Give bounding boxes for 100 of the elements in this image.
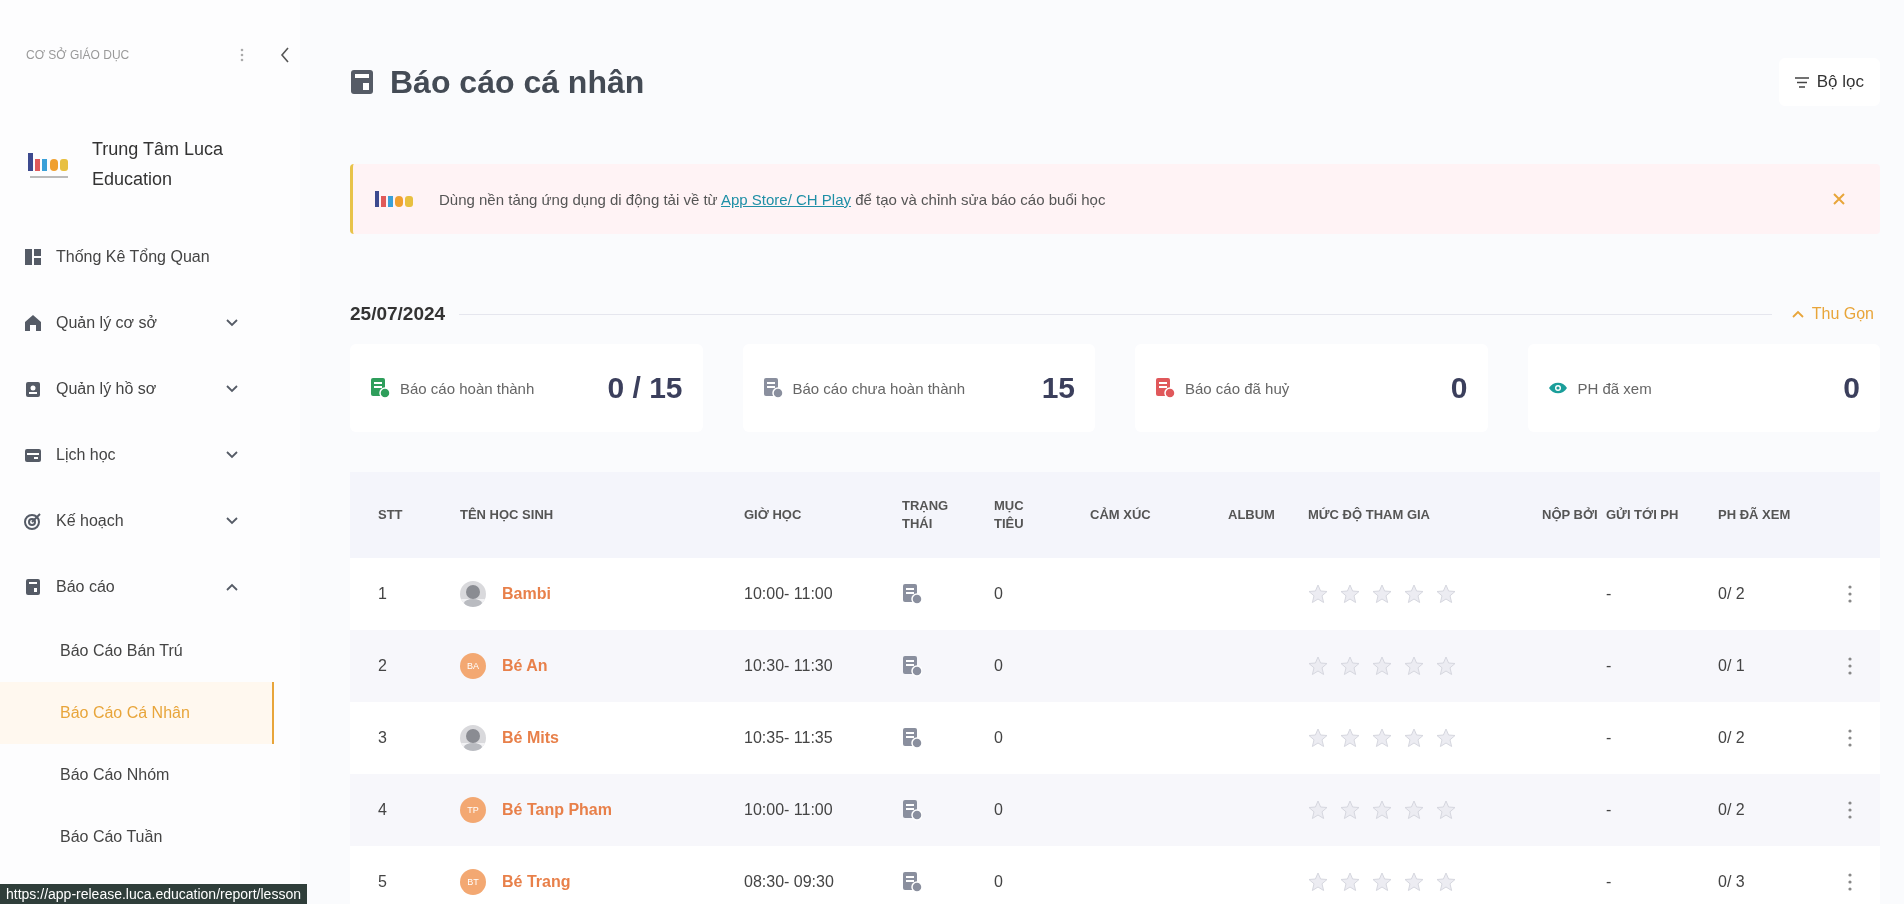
- avatar-initials: BT: [460, 869, 486, 895]
- menu-item[interactable]: Thống Kê Tổng Quan: [0, 224, 274, 290]
- more-icon[interactable]: [1848, 585, 1852, 603]
- logo-icon: [375, 190, 415, 208]
- chevron-icon: [226, 385, 238, 393]
- document-icon: [902, 727, 922, 749]
- star-icon[interactable]: [1308, 656, 1328, 676]
- table-cell-text: 1: [378, 585, 388, 603]
- report-icon: [350, 69, 374, 95]
- menu-item[interactable]: Quản lý cơ sở: [0, 290, 274, 356]
- star-icon[interactable]: [1436, 872, 1456, 892]
- organization-name: Trung Tâm Luca Education: [92, 138, 225, 191]
- eye-icon: [1547, 381, 1568, 395]
- table-cell-text: 08:30- 09:30: [744, 873, 835, 891]
- more-icon[interactable]: [1848, 873, 1852, 891]
- star-icon[interactable]: [1340, 656, 1360, 676]
- document-icon: [370, 377, 390, 399]
- chevron-icon: [226, 517, 238, 525]
- menu-item[interactable]: Lịch học: [0, 422, 274, 488]
- date-label: 25/07/2024: [350, 303, 446, 325]
- star-icon[interactable]: [1340, 872, 1360, 892]
- target-icon: [24, 512, 42, 530]
- dashboard-icon: [24, 248, 42, 266]
- avatar-initials: TP: [460, 797, 486, 823]
- star-icon[interactable]: [1372, 656, 1392, 676]
- table-cell-text: 2: [378, 657, 388, 675]
- stat-value: 0: [1843, 371, 1860, 405]
- document-icon: [902, 655, 922, 677]
- stat-label: Báo cáo đã huỷ: [1185, 379, 1291, 397]
- menu-item[interactable]: Kế hoạch: [0, 488, 274, 554]
- section-title: CƠ SỞ GIÁO DỤC: [26, 48, 131, 62]
- star-icon[interactable]: [1340, 728, 1360, 748]
- column-header: PH ĐÃ XEM: [1718, 506, 1792, 524]
- star-icon[interactable]: [1340, 584, 1360, 604]
- page-title: Báo cáo cá nhân: [390, 63, 646, 101]
- star-icon[interactable]: [1436, 584, 1456, 604]
- banner-message: Dùng nền tảng ứng dụng di động tải về từ App Store/ CH Play để tạo và chỉnh sửa báo cáo buổi học: [439, 190, 1107, 208]
- star-icon[interactable]: [1404, 872, 1424, 892]
- document-icon: [762, 377, 783, 399]
- stat-label: Báo cáo hoàn thành: [400, 379, 536, 397]
- report-icon: [24, 578, 42, 596]
- column-header: STT: [378, 506, 404, 524]
- star-icon[interactable]: [1404, 800, 1424, 820]
- table-cell-text: 0: [994, 585, 1004, 603]
- more-icon[interactable]: [1848, 657, 1852, 675]
- star-icon[interactable]: [1436, 728, 1456, 748]
- star-icon[interactable]: [1372, 728, 1392, 748]
- home-icon: [24, 314, 42, 332]
- star-icon[interactable]: [1404, 728, 1424, 748]
- chevron-icon: [226, 319, 238, 327]
- filter-button[interactable]: Bộ lọc: [1778, 58, 1880, 106]
- table-cell-text: 10:30- 11:30: [744, 657, 834, 675]
- table-cell-text: 0/ 2: [1718, 729, 1746, 747]
- column-header: GỬI TỚI PH: [1606, 506, 1680, 524]
- menu-item[interactable]: Báo cáo: [0, 554, 274, 620]
- submenu-item[interactable]: Báo Cáo Tuần: [0, 806, 274, 868]
- star-icon[interactable]: [1340, 800, 1360, 820]
- column-header: GIỜ HỌC: [744, 506, 803, 524]
- star-icon[interactable]: [1372, 584, 1392, 604]
- chevron-icon: [226, 583, 238, 591]
- table-cell-text: 0: [994, 801, 1004, 819]
- star-icon[interactable]: [1404, 656, 1424, 676]
- column-header: TRẠNG THÁI: [902, 497, 950, 533]
- star-icon[interactable]: [1372, 872, 1392, 892]
- table-cell-text: 0: [994, 729, 1004, 747]
- more-icon[interactable]: [1848, 801, 1852, 819]
- table-cell-text: -: [1606, 801, 1613, 819]
- stat-value: 15: [1041, 371, 1075, 405]
- app-store-link[interactable]: App Store/ CH Play: [720, 190, 852, 208]
- more-icon[interactable]: [240, 48, 244, 62]
- table-cell-text: 0/ 1: [1718, 657, 1746, 675]
- stat-label: Báo cáo chưa hoàn thành: [792, 379, 967, 397]
- table-cell-text: -: [1606, 657, 1613, 675]
- table-cell-text: 10:35- 11:35: [744, 729, 834, 747]
- column-header: CẢM XÚC: [1090, 506, 1152, 524]
- column-header: MỨC ĐỘ THAM GIA: [1308, 506, 1431, 524]
- star-icon[interactable]: [1372, 800, 1392, 820]
- menu-item[interactable]: Quản lý hồ sơ: [0, 356, 274, 422]
- stat-value: 0: [1450, 371, 1468, 405]
- star-icon[interactable]: [1404, 584, 1424, 604]
- star-icon[interactable]: [1436, 656, 1456, 676]
- filter-icon: [1794, 76, 1809, 88]
- star-icon[interactable]: [1308, 584, 1328, 604]
- stat-value: 0 / 15: [607, 371, 683, 405]
- more-icon[interactable]: [1848, 729, 1852, 747]
- collapse-icon[interactable]: [280, 47, 290, 63]
- document-icon: [1155, 377, 1175, 399]
- submenu-item[interactable]: Báo Cáo Nhóm: [0, 744, 274, 806]
- star-icon[interactable]: [1308, 872, 1328, 892]
- close-icon[interactable]: [1832, 192, 1846, 206]
- document-icon: [902, 799, 922, 821]
- column-header: TÊN HỌC SINH: [460, 506, 555, 524]
- column-header: ALBUM: [1228, 506, 1276, 524]
- star-icon[interactable]: [1308, 800, 1328, 820]
- star-icon[interactable]: [1436, 800, 1456, 820]
- submenu-item[interactable]: Báo Cáo Bán Trú: [0, 620, 274, 682]
- calendar-icon: [24, 446, 42, 464]
- column-header: NỘP BỞI: [1542, 506, 1599, 524]
- star-icon[interactable]: [1308, 728, 1328, 748]
- document-icon: [902, 583, 922, 605]
